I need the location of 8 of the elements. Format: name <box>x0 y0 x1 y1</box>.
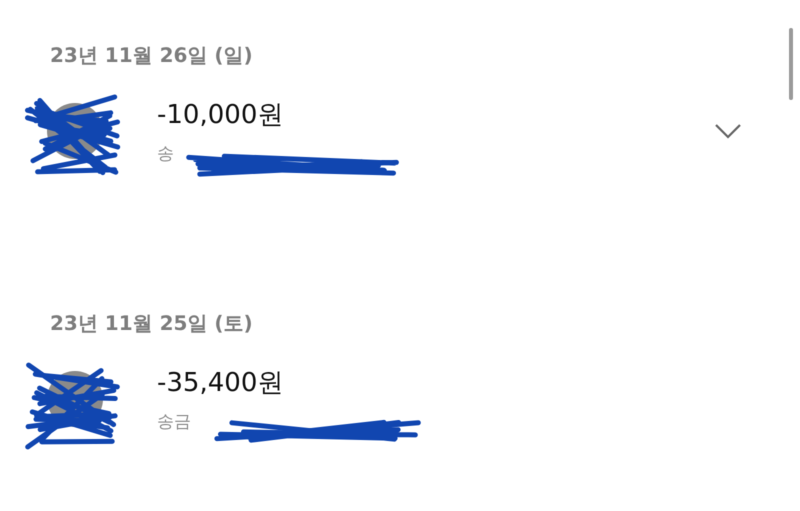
date-header: 23년 11월 25일 (토) <box>50 310 253 337</box>
amount: -35,400원 <box>157 367 284 400</box>
transaction-type: 송금 <box>157 411 191 433</box>
scrollbar <box>789 28 793 100</box>
transaction-type: 송 <box>157 143 174 165</box>
date-header: 23년 11월 26일 (일) <box>50 42 253 69</box>
chevron-down-icon[interactable] <box>714 123 742 139</box>
amount: -10,000원 <box>157 99 284 132</box>
